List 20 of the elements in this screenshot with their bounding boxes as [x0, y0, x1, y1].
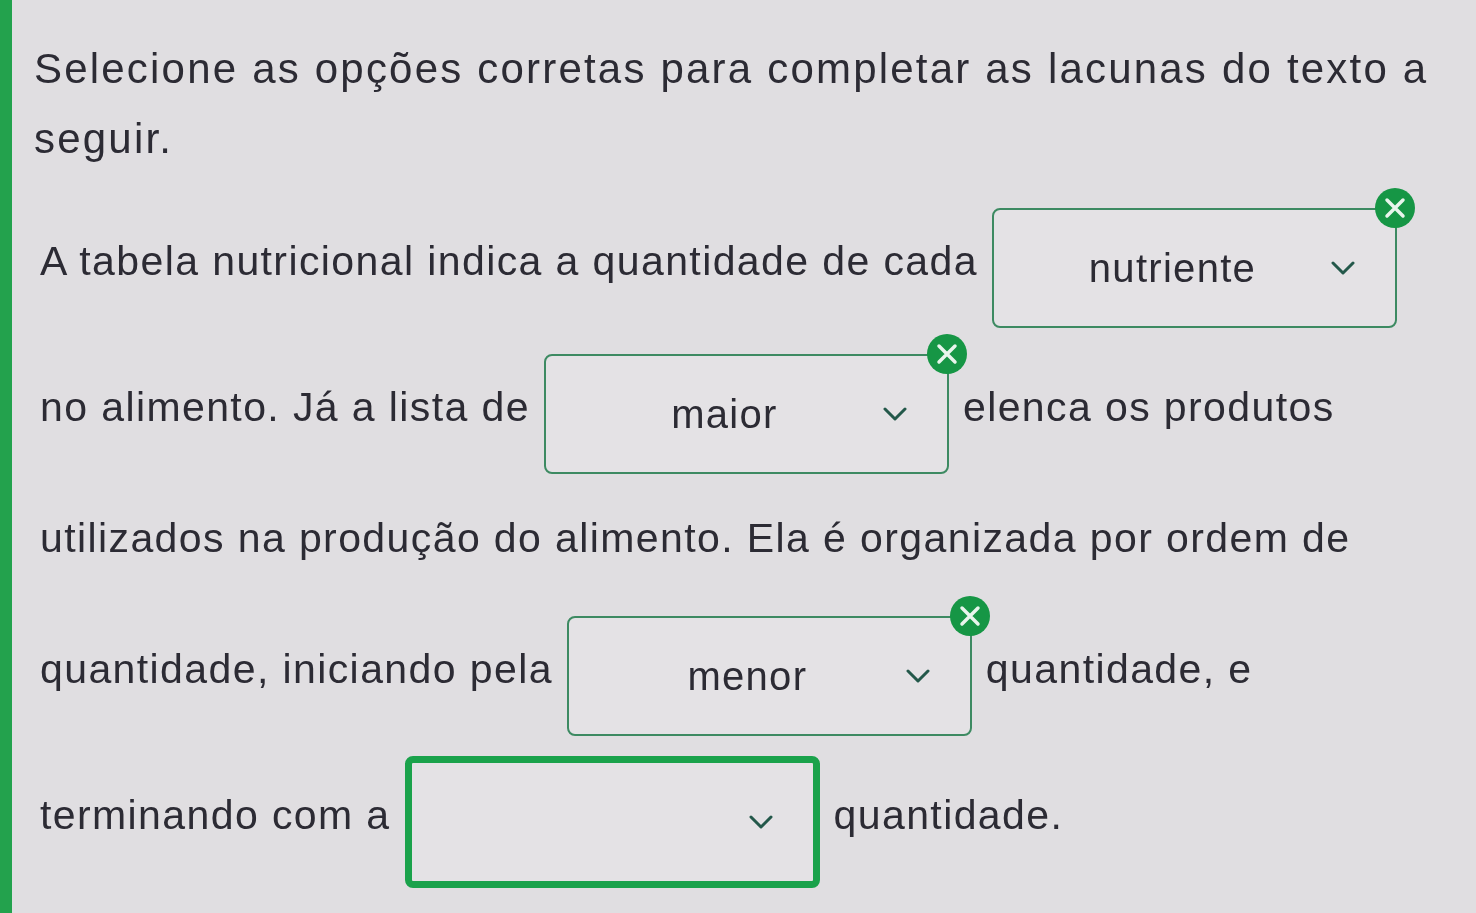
dropdown[interactable]: maior — [543, 354, 949, 474]
dropdown[interactable]: nutriente — [992, 208, 1397, 328]
passage-text: quantidade, iniciando pela — [40, 645, 553, 693]
passage-text: quantidade. — [833, 791, 1064, 839]
chevron-down-icon — [882, 407, 907, 421]
dropdown[interactable] — [404, 756, 820, 888]
close-icon[interactable] — [1375, 188, 1415, 228]
passage-text: no alimento. Já a lista de — [40, 383, 530, 431]
close-icon[interactable] — [926, 334, 967, 374]
chevron-down-icon — [905, 669, 930, 683]
passage-text: A tabela nutricional indica a quantidade de cada — [40, 237, 978, 285]
passage-text: utilizados na produção do alimento. Ela é organizada por ordem de — [40, 514, 1351, 562]
instruction-text: Selecione as opções corretas para completar as lacunas do texto a seguir. — [34, 44, 1430, 164]
chevron-down-icon — [1331, 261, 1355, 275]
passage-text: terminando com a — [40, 791, 391, 839]
dropdown[interactable]: menor — [566, 616, 972, 736]
close-icon[interactable] — [949, 596, 990, 636]
passage-text: elenca os produtos — [962, 383, 1335, 431]
passage-text: quantidade, e — [985, 645, 1253, 693]
chevron-down-icon — [748, 815, 773, 829]
